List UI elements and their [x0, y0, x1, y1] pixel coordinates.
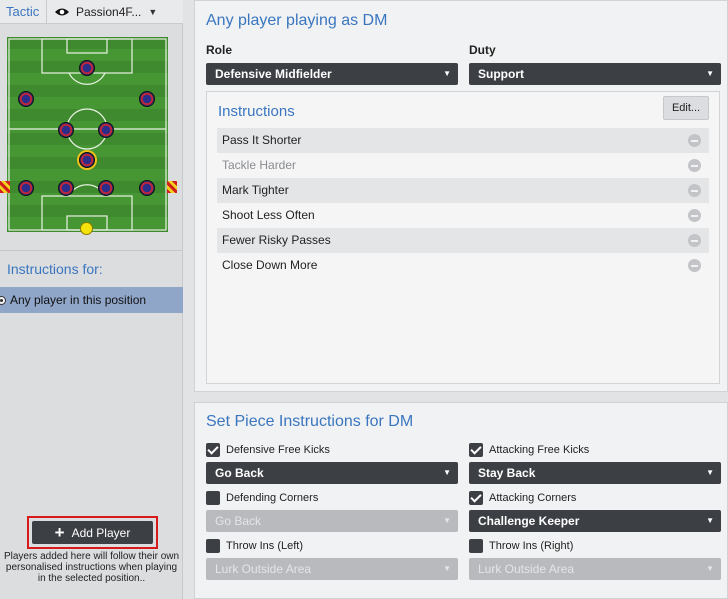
left-sidebar: Tactic Passion4F... ▼ Instructions for: …	[0, 0, 183, 599]
tactic-selector[interactable]: Passion4F... ▼	[47, 5, 157, 19]
duty-value: Support	[478, 67, 524, 81]
caret-down-icon: ▼	[148, 6, 158, 17]
attacking-free-kicks-checkbox[interactable]: Attacking Free Kicks	[469, 443, 589, 457]
instruction-row[interactable]: Close Down More	[217, 253, 709, 278]
instruction-row[interactable]: Mark Tighter	[217, 178, 709, 203]
caret-down-icon: ▼	[443, 516, 451, 525]
remove-icon[interactable]	[688, 259, 701, 272]
duty-dropdown[interactable]: Support ▼	[469, 63, 721, 85]
dropdown-value: Lurk Outside Area	[215, 562, 312, 576]
add-player-button[interactable]: + Add Player	[32, 521, 153, 544]
role-dropdown[interactable]: Defensive Midfielder ▼	[206, 63, 458, 85]
player-marker-right-cm[interactable]	[98, 122, 114, 138]
dropdown-value: Lurk Outside Area	[478, 562, 575, 576]
throw-ins-left-checkbox[interactable]: Throw Ins (Left)	[206, 539, 303, 553]
player-marker-right-cb[interactable]	[98, 180, 114, 196]
player-marker-striker[interactable]	[79, 60, 95, 76]
corner-flag-left	[0, 181, 10, 193]
defending-corners-checkbox[interactable]: Defending Corners	[206, 491, 318, 505]
duty-label: Duty	[469, 43, 496, 57]
checkbox-empty-icon	[206, 491, 220, 505]
checkbox-empty-icon	[469, 539, 483, 553]
checkbox-label: Throw Ins (Right)	[489, 540, 574, 552]
instructions-for-heading: Instructions for:	[0, 250, 183, 277]
checkbox-label: Throw Ins (Left)	[226, 540, 304, 552]
player-marker-left-cb[interactable]	[58, 180, 74, 196]
instruction-row[interactable]: Shoot Less Often	[217, 203, 709, 228]
role-value: Defensive Midfielder	[215, 67, 332, 81]
caret-down-icon: ▼	[706, 69, 714, 78]
role-panel: Any player playing as DM Role Defensive …	[194, 0, 728, 392]
instruction-label: Close Down More	[222, 258, 318, 272]
set-piece-title: Set Piece Instructions for DM	[206, 413, 414, 430]
remove-icon[interactable]	[688, 184, 701, 197]
edit-instructions-button[interactable]: Edit...	[663, 96, 709, 120]
tactics-pitch[interactable]	[0, 37, 177, 235]
caret-down-icon: ▼	[443, 468, 451, 477]
player-marker-left-back[interactable]	[18, 180, 34, 196]
checkbox-label: Attacking Corners	[489, 492, 577, 504]
defensive-free-kicks-dropdown[interactable]: Go Back ▼	[206, 462, 458, 484]
role-label: Role	[206, 43, 233, 57]
instruction-label: Pass It Shorter	[222, 133, 302, 147]
instructions-box: Instructions Edit... Pass It Shorter Tac…	[206, 91, 720, 384]
set-piece-panel: Set Piece Instructions for DM Defensive …	[194, 402, 728, 599]
remove-icon[interactable]	[688, 159, 701, 172]
throw-ins-right-dropdown: Lurk Outside Area ▼	[469, 558, 721, 580]
tactic-name: Passion4F...	[76, 4, 142, 19]
add-player-label: Add Player	[71, 525, 131, 540]
role-panel-title: Any player playing as DM	[206, 12, 388, 29]
player-marker-dm-selected[interactable]	[79, 152, 95, 168]
defending-corners-dropdown: Go Back ▼	[206, 510, 458, 532]
checkbox-label: Defending Corners	[226, 492, 319, 504]
tactic-bar: Tactic Passion4F... ▼	[0, 0, 183, 24]
instruction-label: Mark Tighter	[222, 183, 289, 197]
caret-down-icon: ▼	[443, 69, 451, 78]
caret-down-icon: ▼	[706, 516, 714, 525]
dropdown-value: Stay Back	[478, 466, 536, 480]
remove-icon[interactable]	[688, 209, 701, 222]
instruction-row[interactable]: Fewer Risky Passes	[217, 228, 709, 253]
player-marker-right-winger[interactable]	[139, 91, 155, 107]
checkmark-icon	[469, 443, 483, 457]
checkbox-label: Defensive Free Kicks	[226, 444, 330, 456]
attacking-corners-dropdown[interactable]: Challenge Keeper ▼	[469, 510, 721, 532]
add-player-highlight: + Add Player	[27, 516, 158, 549]
caret-down-icon: ▼	[706, 564, 714, 573]
checkmark-icon	[469, 491, 483, 505]
plus-icon: +	[54, 523, 65, 542]
position-option-label: Any player in this position	[10, 293, 147, 307]
instruction-row[interactable]: Pass It Shorter	[217, 128, 709, 153]
checkbox-empty-icon	[206, 539, 220, 553]
remove-icon[interactable]	[688, 234, 701, 247]
radio-selected-icon[interactable]	[0, 295, 6, 305]
dropdown-value: Challenge Keeper	[478, 514, 580, 528]
caret-down-icon: ▼	[706, 468, 714, 477]
add-player-note: Players added here will follow their own…	[3, 551, 180, 584]
eye-icon	[55, 8, 69, 15]
instructions-title: Instructions	[218, 103, 295, 120]
attacking-corners-checkbox[interactable]: Attacking Corners	[469, 491, 576, 505]
remove-icon[interactable]	[688, 134, 701, 147]
dropdown-value: Go Back	[215, 514, 262, 528]
player-marker-goalkeeper[interactable]	[80, 222, 93, 235]
defensive-free-kicks-checkbox[interactable]: Defensive Free Kicks	[206, 443, 330, 457]
checkmark-icon	[206, 443, 220, 457]
attacking-free-kicks-dropdown[interactable]: Stay Back ▼	[469, 462, 721, 484]
player-marker-left-cm[interactable]	[58, 122, 74, 138]
player-marker-right-back[interactable]	[139, 180, 155, 196]
instruction-label: Tackle Harder	[222, 158, 297, 172]
instruction-label: Fewer Risky Passes	[222, 233, 331, 247]
checkbox-label: Attacking Free Kicks	[489, 444, 590, 456]
position-option-row[interactable]: Any player in this position	[0, 287, 183, 313]
throw-ins-right-checkbox[interactable]: Throw Ins (Right)	[469, 539, 573, 553]
player-marker-left-winger[interactable]	[18, 91, 34, 107]
caret-down-icon: ▼	[443, 564, 451, 573]
corner-flag-right	[167, 181, 177, 193]
dropdown-value: Go Back	[215, 466, 264, 480]
throw-ins-left-dropdown: Lurk Outside Area ▼	[206, 558, 458, 580]
instruction-row[interactable]: Tackle Harder	[217, 153, 709, 178]
tactic-label[interactable]: Tactic	[0, 0, 47, 24]
instruction-label: Shoot Less Often	[222, 208, 315, 222]
